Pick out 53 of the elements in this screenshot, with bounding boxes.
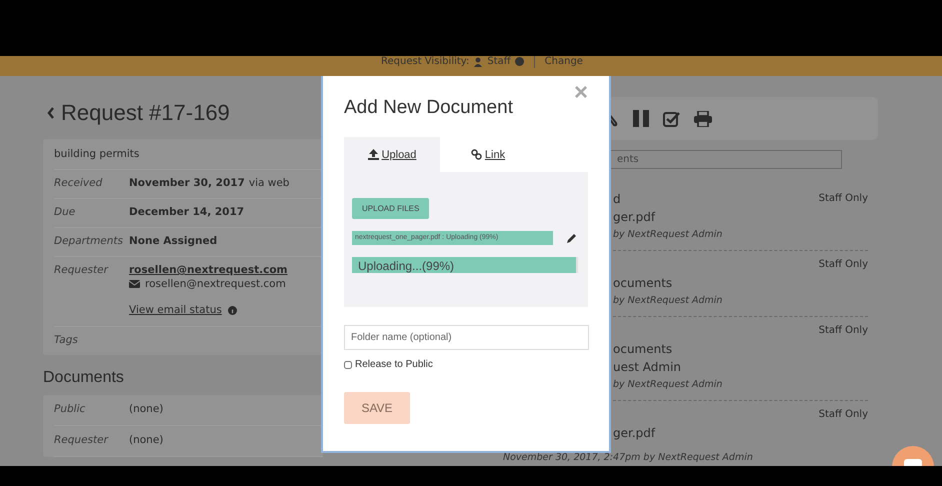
back-chevron-icon[interactable] xyxy=(47,107,55,119)
field-value: December 14, 2017 xyxy=(129,206,244,218)
document-name[interactable]: uest Admin xyxy=(613,358,682,376)
change-link[interactable]: Change xyxy=(544,56,583,67)
field-value: (none) xyxy=(129,403,164,417)
visibility-label: Staff Only xyxy=(818,408,868,422)
requester-email: rosellen@nextrequest.com xyxy=(145,278,286,290)
upload-files-button[interactable]: UPLOAD FILES xyxy=(352,198,430,219)
progress-label: Uploading...(99%) xyxy=(357,259,454,273)
field-label: Public xyxy=(54,403,86,417)
save-button[interactable]: SAVE xyxy=(344,392,410,424)
tab[interactable]: Upload xyxy=(344,137,440,172)
upload-icon xyxy=(368,149,379,160)
document-name[interactable]: d xyxy=(613,190,621,208)
print-icon[interactable] xyxy=(694,110,712,126)
document-name[interactable]: ocuments xyxy=(613,274,672,292)
visibility-label: Staff Only xyxy=(818,192,868,206)
view-email-status-link[interactable]: View email status xyxy=(129,304,222,316)
requester-link[interactable]: rosellen@nextrequest.com xyxy=(129,264,288,276)
field-value: November 30, 2017 xyxy=(129,177,245,189)
field-label: Departments xyxy=(54,235,124,249)
envelope-icon xyxy=(129,280,140,288)
document-name[interactable]: ocuments xyxy=(613,340,672,358)
field-label: Received xyxy=(54,177,104,191)
field-value: None Assigned xyxy=(129,235,218,247)
field-note: via web xyxy=(248,177,290,189)
document-meta: November 30, 2017, 2:47pm by NextRequest Admin xyxy=(503,452,753,464)
checkbox-icon[interactable] xyxy=(663,110,680,126)
close-button[interactable]: × xyxy=(574,83,588,103)
pencil-icon[interactable] xyxy=(566,232,577,244)
pause-icon[interactable] xyxy=(633,110,649,127)
document-meta: by NextRequest Admin xyxy=(613,294,722,308)
visibility-label: Staff Only xyxy=(818,258,868,272)
visibility-label: Request Visibility: xyxy=(381,56,470,67)
field-label: Requester xyxy=(54,264,110,278)
field-value: (none) xyxy=(129,434,164,448)
release-label: Release to Public xyxy=(355,359,433,370)
document-name[interactable]: ger.pdf xyxy=(613,208,656,226)
person-icon xyxy=(473,57,484,67)
documents-heading: Documents xyxy=(43,369,125,387)
request-title: Request #17-169 xyxy=(47,99,323,127)
link-icon xyxy=(470,149,482,160)
field-label: Requester xyxy=(54,434,110,448)
document-name[interactable]: ger.pdf xyxy=(613,424,656,442)
release-checkbox[interactable] xyxy=(344,360,352,368)
field-label: Due xyxy=(54,206,76,220)
folder-name-field[interactable]: Folder name (optional) xyxy=(344,325,589,350)
field-label: Tags xyxy=(54,334,79,348)
visibility-label: Staff Only xyxy=(818,324,868,338)
dialog-title: Add New Document xyxy=(344,97,513,119)
visibility-value: Staff xyxy=(487,56,511,67)
document-meta: by NextRequest Admin xyxy=(613,228,722,242)
document-meta: by NextRequest Admin xyxy=(613,378,722,392)
